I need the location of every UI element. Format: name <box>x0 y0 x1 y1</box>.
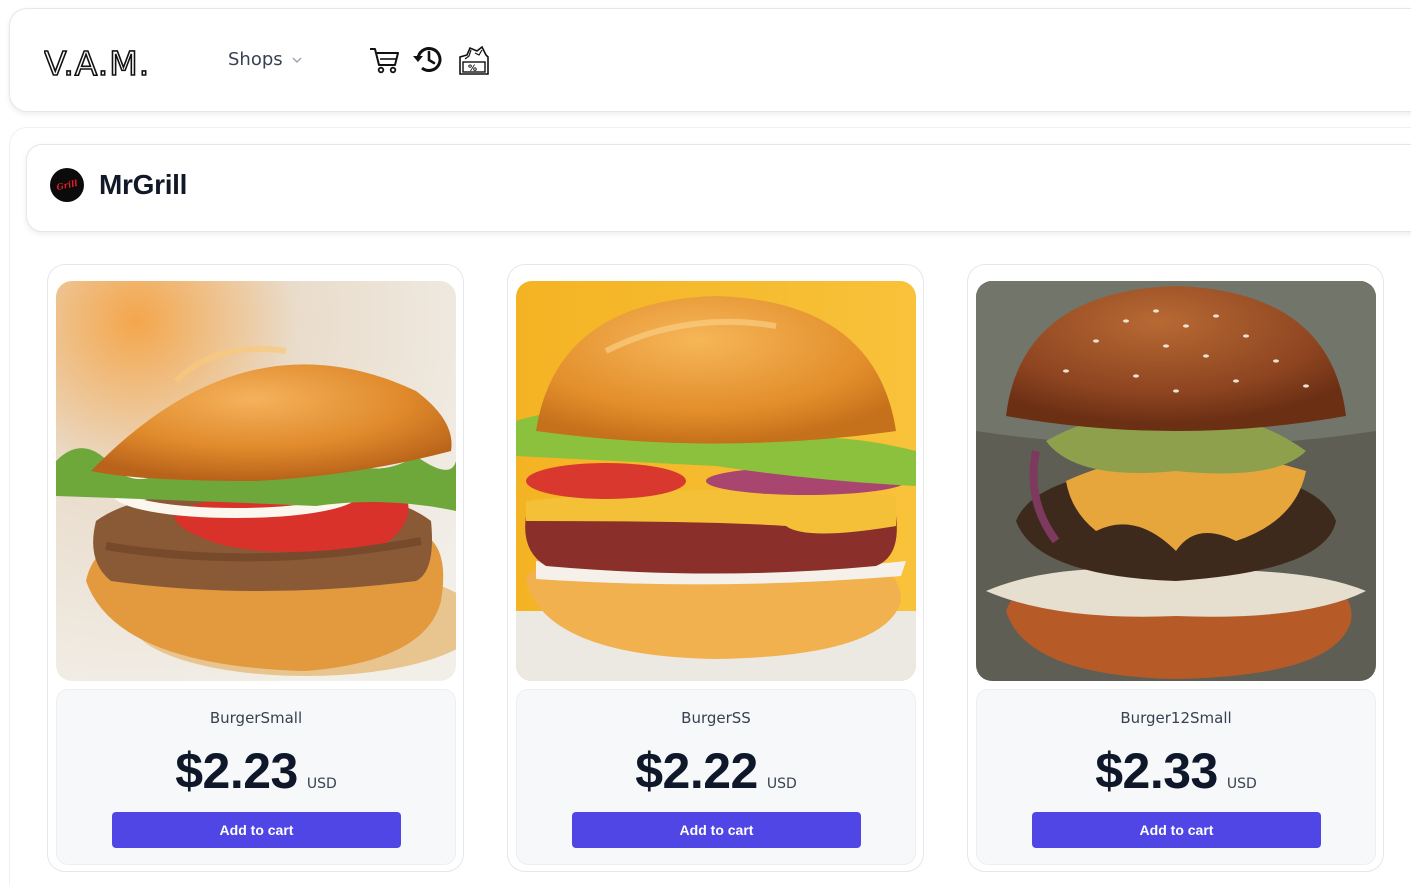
product-info: BurgerSmall $2.23 USD Add to cart <box>56 689 456 865</box>
discount-coupon-icon[interactable]: % <box>455 41 491 77</box>
product-price: $2.33 <box>1095 743 1218 799</box>
cart-icon[interactable] <box>367 41 403 77</box>
shop-header: Grill MrGrill <box>26 144 1411 232</box>
top-navbar: V.A.M. Shops % <box>9 8 1411 112</box>
nav-icon-group: % <box>367 41 491 77</box>
product-image[interactable] <box>516 281 916 681</box>
product-card: BurgerSS $2.22 USD Add to cart <box>507 264 924 872</box>
product-price: $2.22 <box>635 743 758 799</box>
currency-label: USD <box>306 776 337 792</box>
product-name: BurgerSS <box>681 709 751 727</box>
product-name: Burger12Small <box>1120 709 1232 727</box>
main-content: Grill MrGrill BurgerSmall $2.23 USD Add … <box>9 127 1411 885</box>
product-card: BurgerSmall $2.23 USD Add to cart <box>47 264 464 872</box>
shops-dropdown[interactable]: Shops <box>228 49 303 70</box>
price-row: $2.33 USD <box>977 742 1375 800</box>
svg-text:%: % <box>468 64 477 74</box>
product-name: BurgerSmall <box>209 709 303 727</box>
add-to-cart-button[interactable]: Add to cart <box>572 812 861 848</box>
currency-label: USD <box>1226 776 1257 792</box>
product-price: $2.23 <box>175 743 298 799</box>
history-icon[interactable] <box>411 41 447 77</box>
add-to-cart-button[interactable]: Add to cart <box>112 812 401 848</box>
app-logo[interactable]: V.A.M. <box>44 45 168 79</box>
product-image[interactable] <box>976 281 1376 681</box>
add-to-cart-button[interactable]: Add to cart <box>1032 812 1321 848</box>
product-grid: BurgerSmall $2.23 USD Add to cart Burger… <box>47 264 1384 872</box>
product-image[interactable] <box>56 281 456 681</box>
shop-name: MrGrill <box>99 169 188 200</box>
product-info: Burger12Small $2.33 USD Add to cart <box>976 689 1376 865</box>
price-row: $2.22 USD <box>517 742 915 800</box>
shop-avatar[interactable]: Grill <box>50 168 84 202</box>
svg-text:V.A.M.: V.A.M. <box>44 45 150 79</box>
price-row: $2.23 USD <box>57 742 455 800</box>
chevron-down-icon <box>292 57 302 63</box>
currency-label: USD <box>766 776 797 792</box>
shops-label: Shops <box>228 49 283 70</box>
product-info: BurgerSS $2.22 USD Add to cart <box>516 689 916 865</box>
product-card: Burger12Small $2.33 USD Add to cart <box>967 264 1384 872</box>
